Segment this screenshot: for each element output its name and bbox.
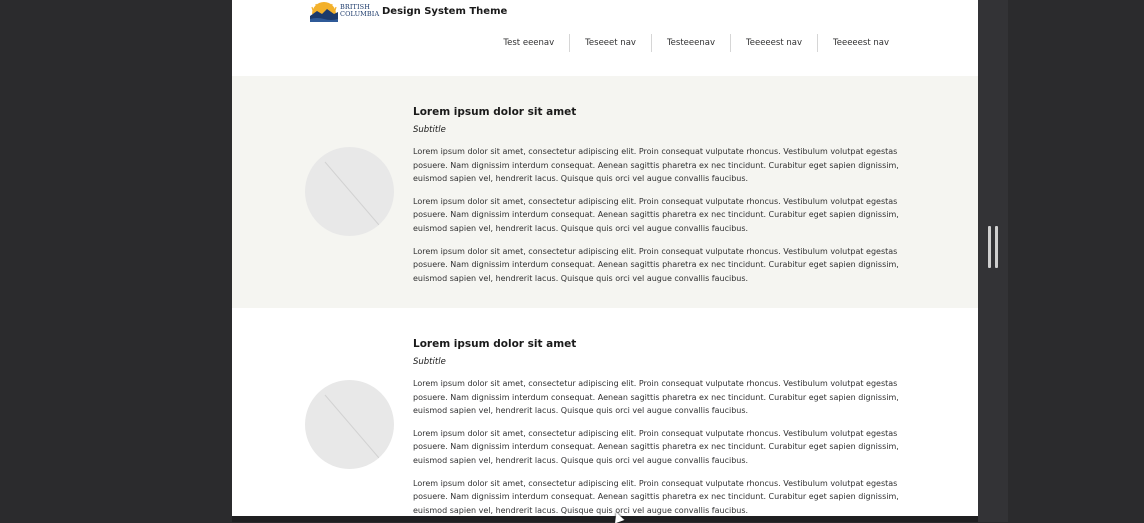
paragraph: Lorem ipsum dolor sit amet, consectetur … [413,478,899,515]
paragraph: Lorem ipsum dolor sit amet, consectetur … [413,147,899,184]
nav-item-1[interactable]: Test eeenav [488,34,569,52]
nav-item-5[interactable]: Teeeeest nav [817,34,904,52]
content-section-2: Lorem ipsum dolor sit amet Subtitle Lore… [232,308,978,516]
bc-logo[interactable]: BRITISH COLUMBIA [310,1,380,22]
logo-text-line2: COLUMBIA [340,9,380,18]
section-content: Lorem ipsum dolor sit amet Subtitle Lore… [413,338,907,516]
nav-item-3[interactable]: Testeeenav [650,34,730,52]
paragraph: Lorem ipsum dolor sit amet, consectetur … [413,379,899,416]
section-subtitle: Subtitle [413,357,446,367]
placeholder-image [305,147,394,236]
site-header: BRITISH COLUMBIA Design System Theme Tes… [232,0,978,76]
browser-viewport: BRITISH COLUMBIA Design System Theme Tes… [232,0,978,516]
placeholder-image [305,380,394,469]
paragraph: Lorem ipsum dolor sit amet, consectetur … [413,428,899,465]
section-subtitle: Subtitle [413,125,446,135]
section-title: Lorem ipsum dolor sit amet [413,106,577,118]
nav-item-2[interactable]: Teseeet nav [569,34,651,52]
bottom-edge [232,516,978,522]
paragraph: Lorem ipsum dolor sit amet, consectetur … [413,246,899,283]
nav-item-4[interactable]: Teeeeest nav [730,34,817,52]
section-content: Lorem ipsum dolor sit amet Subtitle Lore… [413,106,907,294]
site-title[interactable]: Design System Theme [382,6,507,17]
section-title: Lorem ipsum dolor sit amet [413,338,577,350]
logo-wordmark: BRITISH COLUMBIA [340,3,380,18]
content-section-1: Lorem ipsum dolor sit amet Subtitle Lore… [232,76,978,308]
brand[interactable]: BRITISH COLUMBIA Design System Theme [310,0,507,22]
main-nav: Test eeenav Teseeet nav Testeeenav Teeee… [488,34,904,52]
resize-handle[interactable] [988,226,998,268]
paragraph: Lorem ipsum dolor sit amet, consectetur … [413,196,899,233]
